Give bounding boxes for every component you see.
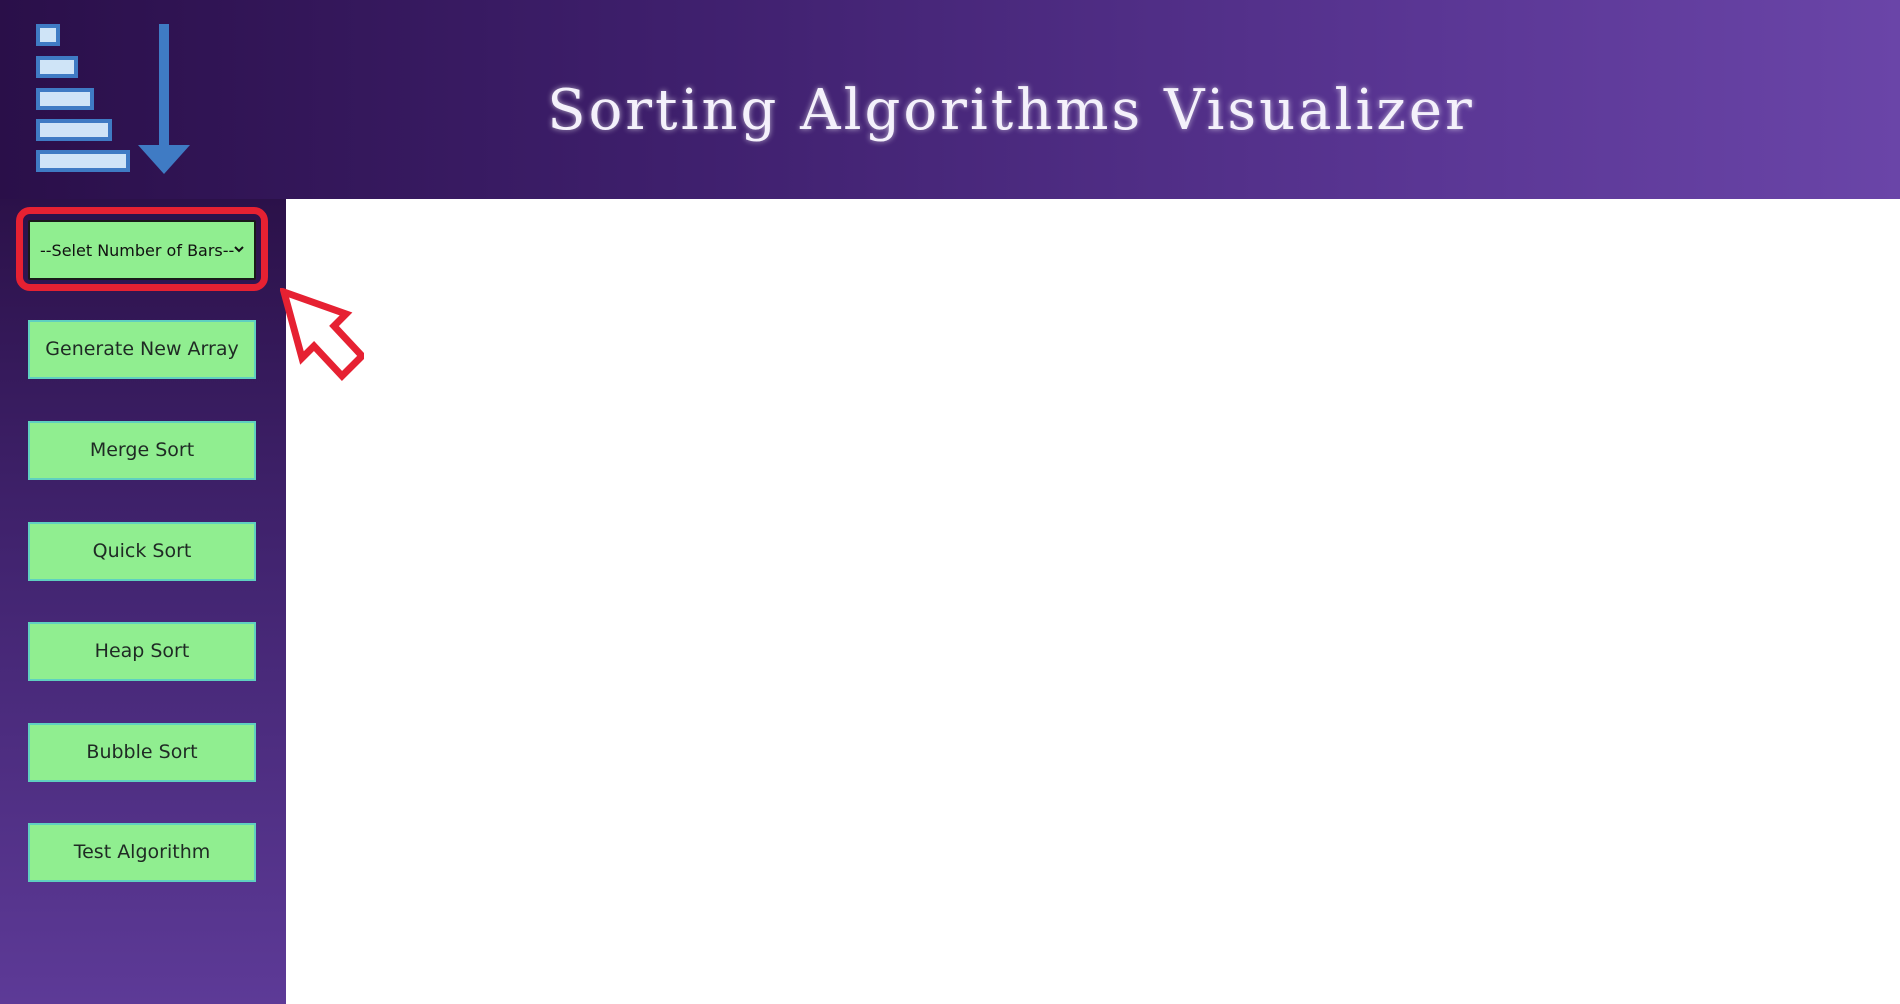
page-title: Sorting Algorithms Visualizer <box>547 78 1475 143</box>
number-of-bars-select[interactable]: --Selet Number of Bars-- <box>28 220 256 280</box>
merge-sort-button[interactable]: Merge Sort <box>28 421 256 480</box>
heap-sort-button[interactable]: Heap Sort <box>28 622 256 681</box>
header: Sorting Algorithms Visualizer <box>0 0 1900 199</box>
bars-select-wrapper: --Selet Number of Bars-- <box>28 220 256 280</box>
quick-sort-button[interactable]: Quick Sort <box>28 522 256 581</box>
visualization-area <box>286 199 1900 1004</box>
generate-new-array-button[interactable]: Generate New Array <box>28 320 256 379</box>
bubble-sort-button[interactable]: Bubble Sort <box>28 723 256 782</box>
sort-descending-icon <box>36 24 190 174</box>
test-algorithm-button[interactable]: Test Algorithm <box>28 823 256 882</box>
app-page: Sorting Algorithms Visualizer --Selet Nu… <box>0 0 1900 1004</box>
sidebar: --Selet Number of Bars-- Generate New Ar… <box>0 199 286 1004</box>
